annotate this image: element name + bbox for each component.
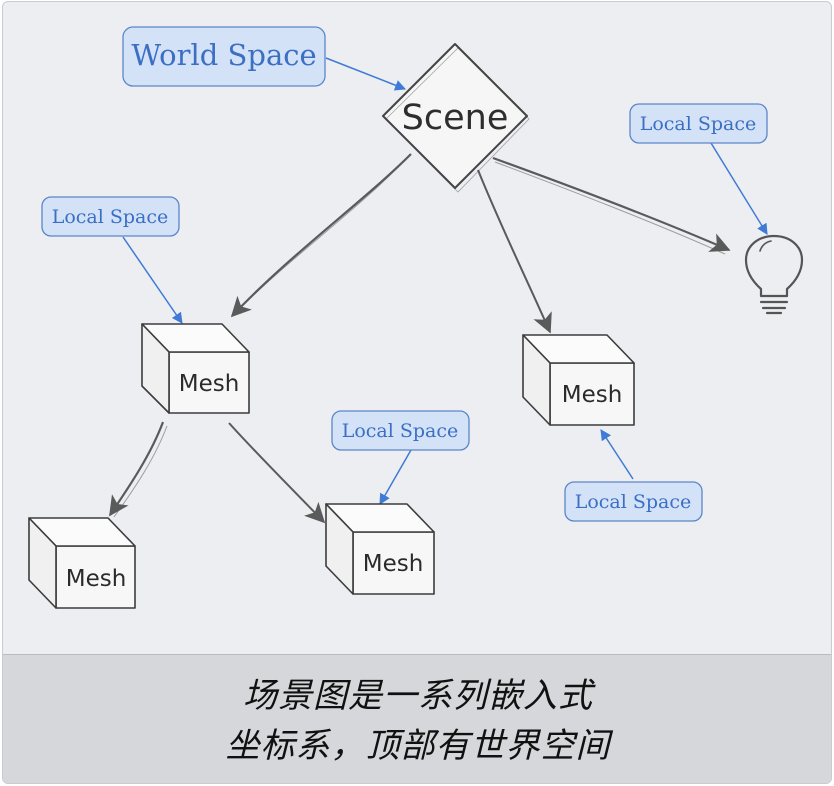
diagram-frame: Scene World Space Local Space Local Spac… xyxy=(2,1,832,784)
local-space-label-1: Local Space xyxy=(52,206,169,228)
mesh-label-3: Mesh xyxy=(562,382,623,408)
arrow-local-space-1 xyxy=(122,236,183,324)
mesh-label-2: Mesh xyxy=(363,551,424,577)
mesh-label-4: Mesh xyxy=(66,566,127,592)
local-space-tag-3: Local Space xyxy=(564,481,703,522)
scene-node: Scene xyxy=(382,43,530,193)
local-space-tag-light: Local Space xyxy=(629,103,768,144)
scene-label: Scene xyxy=(402,98,509,138)
local-space-label-light: Local Space xyxy=(640,113,757,135)
mesh-node-3: Mesh xyxy=(522,334,635,426)
world-space-tag: World Space xyxy=(122,26,326,87)
mesh-node-4: Mesh xyxy=(28,517,136,609)
local-space-label-2: Local Space xyxy=(342,420,459,442)
arrow-world-space xyxy=(325,57,407,91)
local-space-tag-1: Local Space xyxy=(41,196,180,237)
caption-line-1: 场景图是一系列嵌入式 xyxy=(243,675,593,716)
arrow-local-space-2 xyxy=(379,449,412,505)
mesh-node-1: Mesh xyxy=(141,323,250,414)
arrow-scene-to-light xyxy=(492,156,731,252)
local-space-label-3: Local Space xyxy=(575,491,692,513)
arrow-scene-to-mesh-3 xyxy=(477,169,552,334)
mesh-node-2: Mesh xyxy=(325,503,435,595)
scene-graph-diagram: Scene World Space Local Space Local Spac… xyxy=(28,26,804,609)
mesh-label-1: Mesh xyxy=(179,371,240,397)
arrow-local-space-light xyxy=(710,142,768,235)
caption: 场景图是一系列嵌入式 坐标系，顶部有世界空间 xyxy=(3,654,831,783)
world-space-label: World Space xyxy=(131,38,316,72)
caption-line-2: 坐标系，顶部有世界空间 xyxy=(225,725,611,766)
arrow-local-space-3 xyxy=(600,429,634,480)
arrow-mesh-1-to-mesh-2 xyxy=(228,422,326,524)
light-bulb-icon xyxy=(744,234,804,315)
local-space-tag-2: Local Space xyxy=(331,410,470,451)
arrow-mesh-1-to-mesh-4 xyxy=(109,421,165,517)
